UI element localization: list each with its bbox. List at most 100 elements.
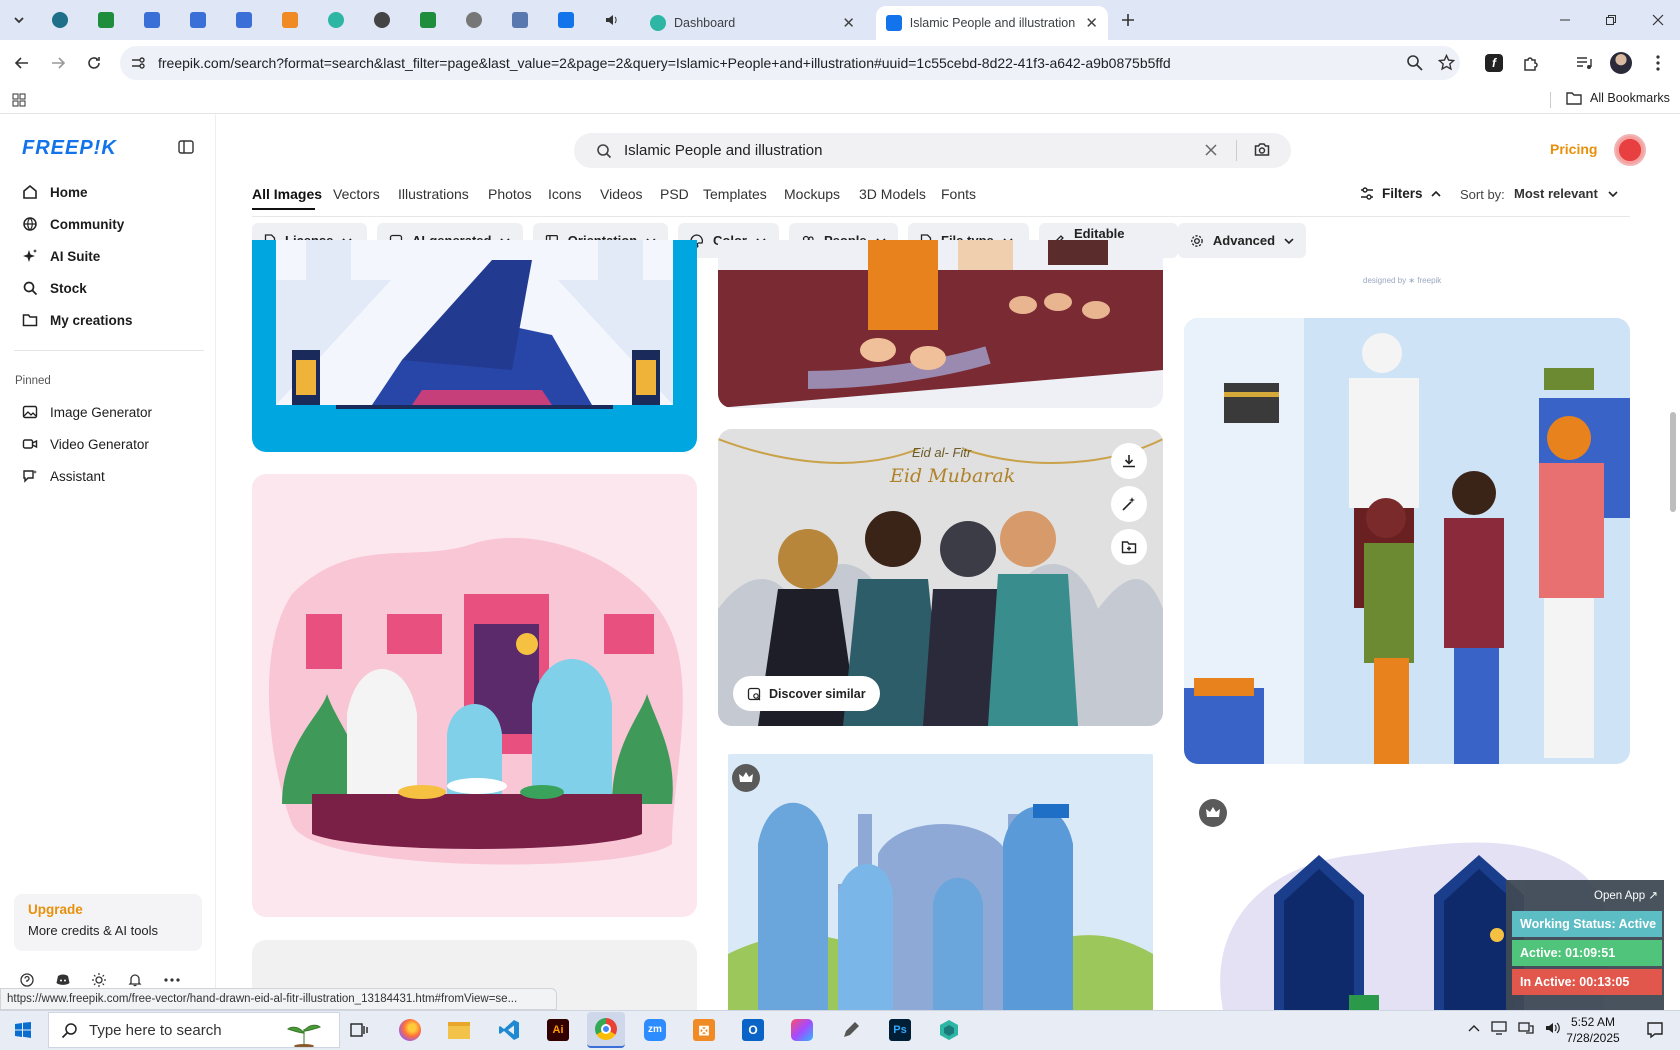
- address-bar[interactable]: freepik.com/search?format=search&last_fi…: [120, 46, 1460, 80]
- tab-vectors[interactable]: Vectors: [333, 186, 380, 202]
- collapse-sidebar-button[interactable]: [178, 140, 194, 154]
- tab-mockups[interactable]: Mockups: [784, 186, 840, 202]
- taskbar-clock[interactable]: 5:52 AM 7/28/2025: [1558, 1014, 1628, 1046]
- pinned-tab-3[interactable]: [134, 6, 170, 34]
- taskbar-creative-cloud[interactable]: [783, 1012, 821, 1048]
- close-tab-icon[interactable]: ✕: [1085, 14, 1098, 32]
- tab-fonts[interactable]: Fonts: [941, 186, 976, 202]
- pinned-tab-5[interactable]: [226, 6, 262, 34]
- taskbar-app[interactable]: [930, 1012, 968, 1048]
- tab-search-menu[interactable]: [4, 6, 34, 34]
- monitor-icon[interactable]: [1491, 1021, 1507, 1035]
- new-tab-button[interactable]: [1114, 6, 1142, 34]
- pinned-tab-9[interactable]: [410, 6, 446, 34]
- tab-icons[interactable]: Icons: [548, 186, 581, 202]
- tab-freepik-search[interactable]: Islamic People and illustration v ✕: [876, 6, 1108, 40]
- sun-icon[interactable]: [92, 973, 106, 987]
- sidebar-item-image-generator[interactable]: Image Generator: [14, 397, 204, 427]
- search-input[interactable]: Islamic People and illustration: [624, 142, 822, 159]
- sidebar-item-stock[interactable]: Stock: [14, 273, 204, 303]
- scrollbar-thumb[interactable]: [1670, 412, 1676, 512]
- taskbar-zoom[interactable]: zm: [636, 1012, 674, 1048]
- sidebar-item-home[interactable]: Home: [14, 177, 204, 207]
- chevron-up-icon[interactable]: [1468, 1024, 1480, 1032]
- minimize-button[interactable]: [1551, 6, 1579, 34]
- taskbar-chrome[interactable]: [587, 1012, 625, 1048]
- tab-videos[interactable]: Videos: [600, 186, 643, 202]
- extensions-button[interactable]: [1517, 49, 1545, 77]
- forward-button[interactable]: [44, 49, 72, 77]
- advanced-filter[interactable]: Advanced: [1178, 223, 1306, 258]
- apps-grid-button[interactable]: [5, 86, 33, 114]
- sidebar-item-ai-suite[interactable]: AI Suite: [14, 241, 204, 271]
- extension-f-button[interactable]: f: [1480, 49, 1508, 77]
- upgrade-card[interactable]: Upgrade More credits & AI tools: [14, 894, 202, 951]
- start-button[interactable]: [4, 1012, 42, 1048]
- sidebar-item-community[interactable]: Community: [14, 209, 204, 239]
- taskbar-outlook[interactable]: O: [734, 1012, 772, 1048]
- pinned-tab-7[interactable]: [318, 6, 354, 34]
- restore-button[interactable]: [1597, 6, 1625, 34]
- sidebar-item-assistant[interactable]: Assistant: [14, 461, 204, 491]
- result-card[interactable]: [718, 240, 1163, 408]
- save-to-collection-button[interactable]: [1111, 529, 1147, 565]
- result-card-hovered[interactable]: Eid al- Fitr Eid Mubarak Discover simila…: [718, 429, 1163, 726]
- chrome-menu-button[interactable]: [1644, 49, 1672, 77]
- edit-with-ai-button[interactable]: [1111, 486, 1147, 522]
- pricing-link[interactable]: Pricing: [1550, 141, 1597, 157]
- clear-search-button[interactable]: [1204, 143, 1218, 157]
- profile-button[interactable]: [1607, 49, 1635, 77]
- discover-similar-button[interactable]: Discover similar: [733, 676, 880, 711]
- close-tab-icon[interactable]: ✕: [842, 14, 855, 32]
- reload-button[interactable]: [80, 49, 108, 77]
- more-horizontal-icon[interactable]: [164, 978, 180, 982]
- pinned-tab-13[interactable]: [594, 6, 630, 34]
- tab-psd[interactable]: PSD: [660, 186, 689, 202]
- taskbar-photoshop[interactable]: Ps: [881, 1012, 919, 1048]
- tab-photos[interactable]: Photos: [488, 186, 532, 202]
- media-controls-button[interactable]: [1570, 49, 1598, 77]
- pinned-tab-1[interactable]: [42, 6, 78, 34]
- sort-dropdown[interactable]: Most relevant: [1514, 186, 1618, 201]
- help-icon[interactable]: [20, 973, 34, 987]
- tab-dashboard[interactable]: Dashboard ✕: [640, 6, 865, 40]
- tab-3d-models[interactable]: 3D Models: [859, 186, 926, 202]
- taskbar-file-explorer[interactable]: [440, 1012, 478, 1048]
- result-card[interactable]: [718, 754, 1163, 1014]
- pinned-tab-10[interactable]: [456, 6, 492, 34]
- taskbar-firefox[interactable]: [391, 1012, 429, 1048]
- taskbar-vscode[interactable]: [490, 1012, 528, 1048]
- open-app-link[interactable]: Open App ↗: [1594, 888, 1658, 902]
- back-button[interactable]: [8, 49, 36, 77]
- page-scrollbar[interactable]: [1666, 120, 1680, 1010]
- pinned-tab-6[interactable]: [272, 6, 308, 34]
- task-view-button[interactable]: [340, 1012, 378, 1048]
- taskbar-pen-tool[interactable]: [832, 1012, 870, 1048]
- network-icon[interactable]: [1518, 1021, 1534, 1035]
- sidebar-item-video-generator[interactable]: Video Generator: [14, 429, 204, 459]
- pinned-tab-4[interactable]: [180, 6, 216, 34]
- tab-all-images[interactable]: All Images: [252, 186, 322, 202]
- freepik-logo[interactable]: FREEP!K: [22, 137, 117, 160]
- bell-icon[interactable]: [128, 973, 142, 987]
- taskbar-illustrator[interactable]: Ai: [539, 1012, 577, 1048]
- taskbar-xampp[interactable]: ⊠: [685, 1012, 723, 1048]
- tab-illustrations[interactable]: Illustrations: [398, 186, 469, 202]
- bookmark-star-icon[interactable]: [1438, 54, 1455, 71]
- notification-center-button[interactable]: [1636, 1012, 1674, 1048]
- pinned-tab-12[interactable]: [548, 6, 584, 34]
- search-bar[interactable]: Islamic People and illustration: [574, 133, 1291, 168]
- zoom-icon[interactable]: [1406, 54, 1423, 71]
- download-button[interactable]: [1111, 443, 1147, 479]
- user-avatar[interactable]: [1614, 134, 1646, 166]
- result-card[interactable]: [1184, 318, 1630, 764]
- tab-templates[interactable]: Templates: [703, 186, 767, 202]
- all-bookmarks-button[interactable]: All Bookmarks: [1566, 91, 1670, 105]
- result-card[interactable]: [252, 474, 697, 917]
- close-window-button[interactable]: [1644, 6, 1672, 34]
- discord-icon[interactable]: [56, 974, 70, 986]
- site-info-icon[interactable]: [130, 55, 146, 71]
- pinned-tab-2[interactable]: [88, 6, 124, 34]
- result-card[interactable]: [252, 240, 697, 452]
- search-by-image-button[interactable]: [1254, 142, 1270, 157]
